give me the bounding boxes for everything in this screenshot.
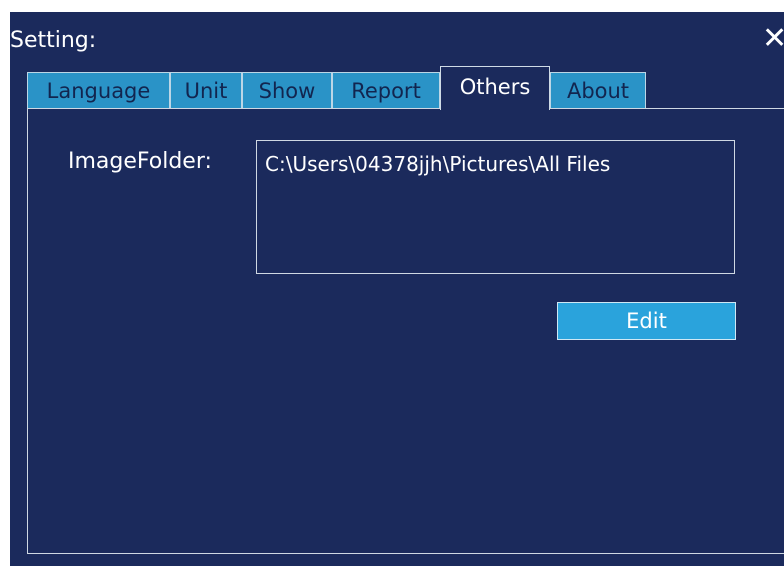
settings-window: Setting: ✕ Language Unit Show Report Oth…: [10, 12, 784, 566]
edit-button[interactable]: Edit: [557, 302, 736, 340]
tab-bar: Language Unit Show Report Others About: [10, 12, 784, 122]
tab-unit[interactable]: Unit: [170, 72, 242, 108]
tab-language[interactable]: Language: [27, 72, 170, 108]
tab-report[interactable]: Report: [332, 72, 440, 108]
image-folder-field[interactable]: C:\Users\04378jjh\Pictures\All Files: [256, 140, 735, 274]
tab-about[interactable]: About: [550, 72, 646, 108]
image-folder-label: ImageFolder:: [68, 149, 212, 174]
tab-show[interactable]: Show: [242, 72, 332, 108]
tab-others[interactable]: Others: [440, 66, 550, 110]
